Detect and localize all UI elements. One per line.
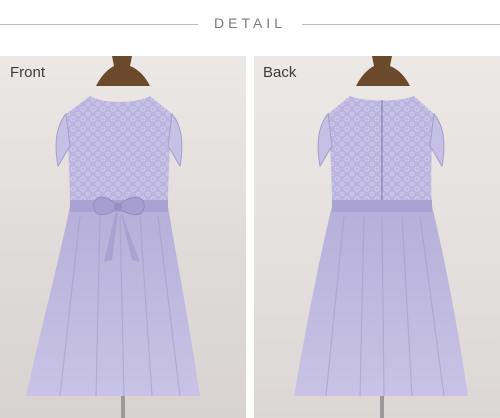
dress-bodice [328, 96, 434, 206]
back-label: Back [263, 64, 297, 81]
back-dress-image [294, 56, 468, 418]
header-divider-right [302, 24, 500, 25]
detail-header: DETAIL [0, 0, 500, 52]
back-view-panel: Back [254, 56, 500, 418]
header-title: DETAIL [214, 15, 286, 31]
mannequin-neck [356, 56, 410, 86]
header-divider-left [0, 24, 198, 25]
dress-bodice [66, 96, 172, 206]
mannequin-neck [96, 56, 150, 86]
dress-skirt [294, 206, 468, 396]
front-view-panel: Front [0, 56, 246, 418]
front-label: Front [10, 64, 46, 81]
waist-ribbon [332, 200, 432, 212]
front-dress-image [26, 56, 200, 418]
